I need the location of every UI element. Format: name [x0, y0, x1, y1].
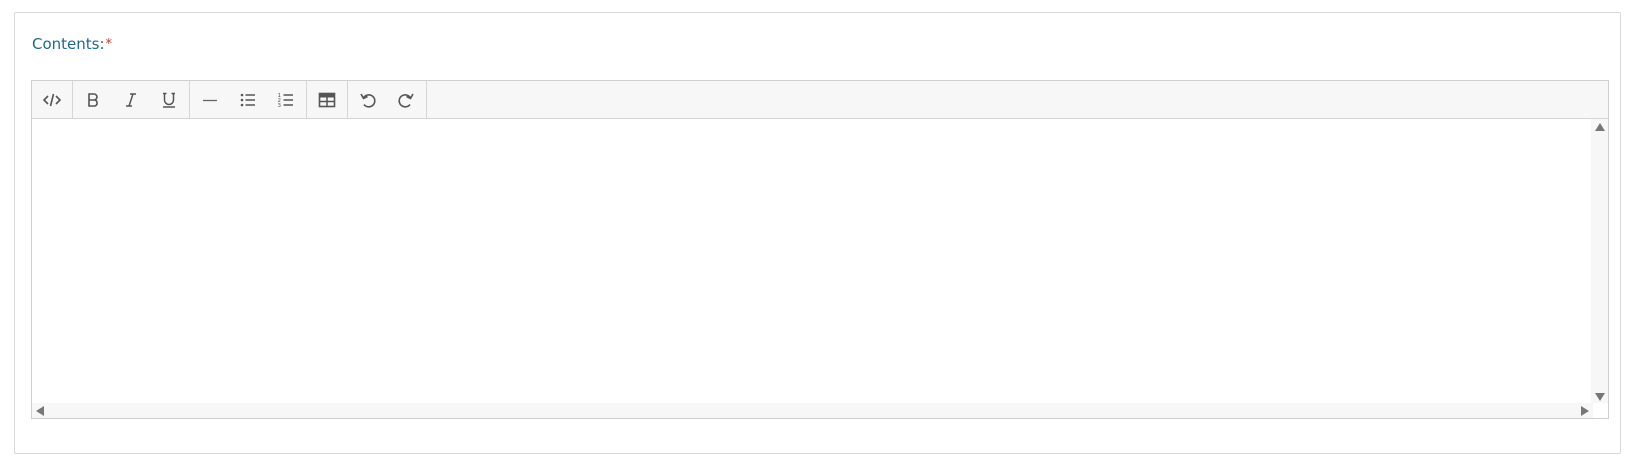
toolbar-group-history — [348, 81, 427, 118]
toolbar-group-table — [307, 81, 348, 118]
underline-icon — [163, 92, 175, 108]
italic-icon — [126, 92, 136, 107]
required-marker: * — [105, 37, 113, 52]
ordered-list-icon: 1 2 3 — [278, 93, 293, 109]
unordered-list-icon — [240, 93, 255, 106]
bold-button[interactable] — [74, 82, 112, 118]
undo-icon — [360, 93, 376, 108]
horizontal-scrollbar[interactable] — [32, 403, 1593, 418]
code-view-button[interactable] — [33, 82, 71, 118]
toolbar-group-insert: 1 2 3 — [190, 81, 307, 118]
ordered-list-button[interactable]: 1 2 3 — [267, 82, 305, 118]
underline-button[interactable] — [150, 82, 188, 118]
code-view-icon — [42, 93, 62, 106]
redo-icon — [398, 93, 414, 108]
table-button[interactable] — [308, 82, 346, 118]
svg-text:3: 3 — [278, 103, 282, 109]
bold-icon — [88, 92, 98, 107]
scroll-left-arrow-icon[interactable] — [36, 406, 44, 416]
table-icon — [318, 92, 336, 107]
rich-text-editor: 1 2 3 — [31, 80, 1609, 419]
vertical-scrollbar[interactable] — [1591, 119, 1608, 403]
contents-label-text: Contents: — [32, 35, 105, 53]
form-panel: Contents:* 1 2 3 — [14, 12, 1621, 454]
redo-button[interactable] — [387, 82, 425, 118]
horizontal-rule-icon — [203, 99, 217, 101]
editor-content-area[interactable] — [32, 119, 1608, 418]
undo-button[interactable] — [349, 82, 387, 118]
unordered-list-button[interactable] — [229, 82, 267, 118]
contents-field-label: Contents:* — [32, 35, 112, 53]
editor-toolbar: 1 2 3 — [32, 81, 1608, 119]
italic-button[interactable] — [112, 82, 150, 118]
horizontal-rule-button[interactable] — [191, 82, 229, 118]
toolbar-group-format — [73, 81, 190, 118]
scroll-up-arrow-icon[interactable] — [1595, 123, 1605, 131]
scroll-right-arrow-icon[interactable] — [1581, 406, 1589, 416]
toolbar-group-code — [32, 81, 73, 118]
scroll-down-arrow-icon[interactable] — [1595, 393, 1605, 401]
